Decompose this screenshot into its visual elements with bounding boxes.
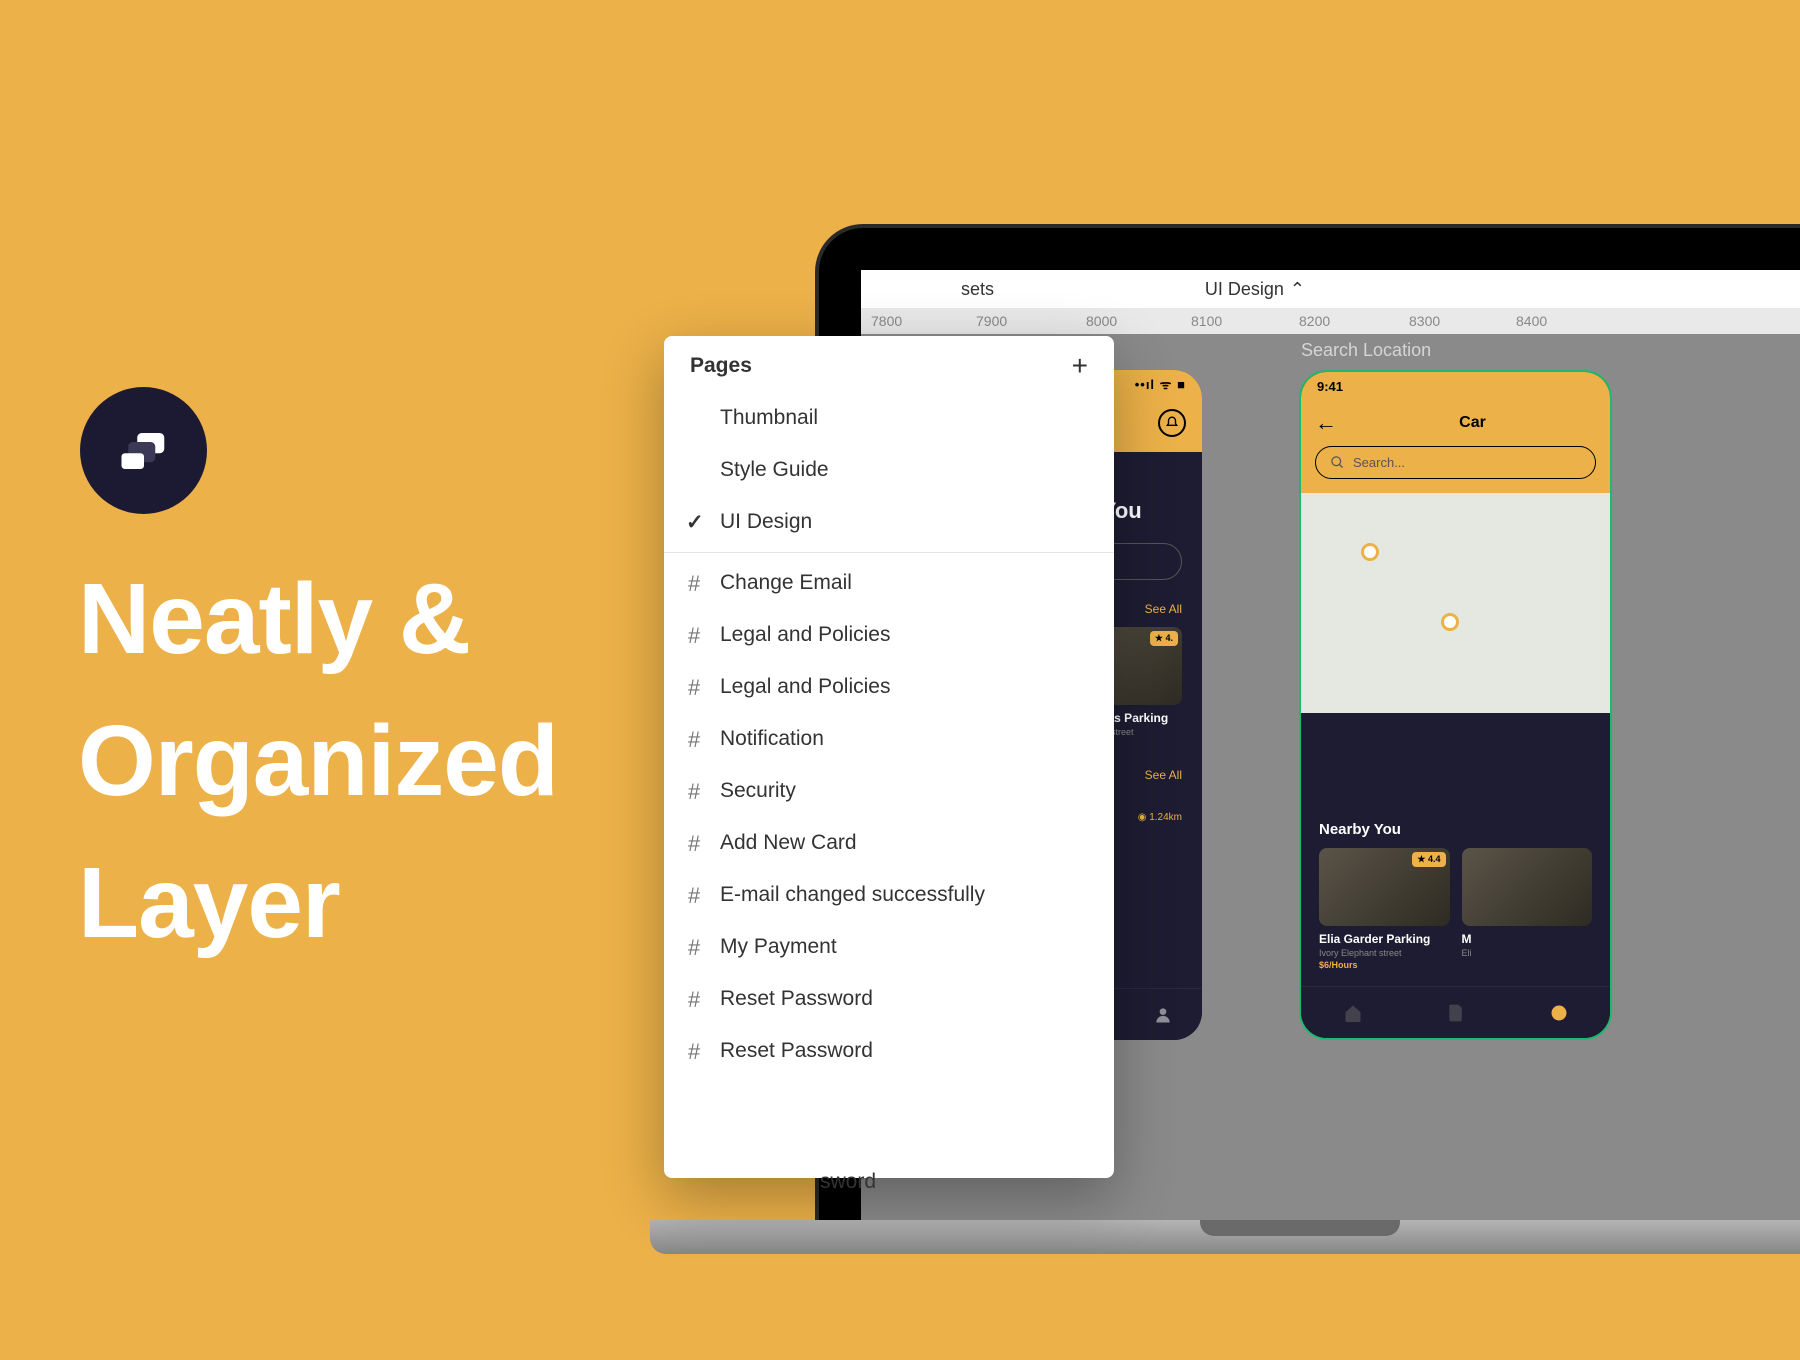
hero-line: Neatly & bbox=[78, 548, 558, 690]
status-time: 9:41 bbox=[1317, 379, 1343, 394]
home-icon[interactable] bbox=[1343, 1003, 1363, 1023]
ruler-tick: 8100 bbox=[1191, 313, 1222, 329]
phone-search-location[interactable]: 9:41 ← Car Search... bbox=[1299, 370, 1612, 1040]
search-placeholder: Search... bbox=[1353, 455, 1405, 470]
nearby-distance: ◉ 1.24km bbox=[1138, 812, 1182, 823]
page-item-style-guide[interactable]: Style Guide bbox=[664, 444, 1114, 496]
frame-label[interactable]: Search Location bbox=[1301, 340, 1431, 361]
figma-toolbar: sets UI Design ⌃ bbox=[861, 270, 1800, 308]
ruler-tick: 8000 bbox=[1086, 313, 1117, 329]
ruler: 7800 7900 8000 8100 8200 8300 8400 bbox=[861, 308, 1800, 334]
phone-header: ← Car Search... bbox=[1301, 400, 1610, 493]
ruler-tick: 7800 bbox=[871, 313, 902, 329]
laptop-notch bbox=[1200, 1220, 1400, 1236]
page-dropdown[interactable]: UI Design ⌃ bbox=[1205, 279, 1305, 300]
map-pin[interactable] bbox=[1361, 543, 1379, 561]
section-title: Nearby You bbox=[1319, 821, 1401, 838]
frame-item[interactable]: Change Email bbox=[664, 557, 1114, 609]
card-title: M bbox=[1462, 932, 1593, 946]
pages-panel: Pages + Thumbnail Style Guide UI Design … bbox=[664, 336, 1114, 1178]
frame-item[interactable]: Reset Password bbox=[664, 1025, 1114, 1077]
ruler-tick: 8300 bbox=[1409, 313, 1440, 329]
parking-card[interactable]: M Eli bbox=[1462, 848, 1593, 970]
frame-item[interactable]: Notification bbox=[664, 713, 1114, 765]
pages-title: Pages bbox=[690, 354, 752, 378]
map-pin[interactable] bbox=[1441, 613, 1459, 631]
chevron-up-icon: ⌃ bbox=[1290, 279, 1305, 300]
page-item-thumbnail[interactable]: Thumbnail bbox=[664, 392, 1114, 444]
assets-tab[interactable]: sets bbox=[961, 279, 994, 300]
frame-item[interactable]: Legal and Policies bbox=[664, 661, 1114, 713]
back-icon[interactable]: ← bbox=[1315, 410, 1337, 436]
page-item-ui-design[interactable]: UI Design bbox=[664, 496, 1114, 548]
search-input[interactable]: Search... bbox=[1315, 446, 1596, 479]
hero-layers-icon bbox=[80, 387, 207, 514]
frame-item-peek[interactable]: sword bbox=[820, 1170, 876, 1194]
frame-item[interactable]: Legal and Policies bbox=[664, 609, 1114, 661]
frame-item[interactable]: Reset Password bbox=[664, 973, 1114, 1025]
bottom-nav bbox=[1301, 986, 1610, 1038]
hero-headline: Neatly & Organized Layer bbox=[78, 548, 558, 974]
rating-badge: ★ 4.4 bbox=[1412, 852, 1445, 867]
document-icon[interactable] bbox=[1446, 1003, 1466, 1023]
rating-badge: ★ 4. bbox=[1150, 631, 1178, 646]
divider bbox=[664, 552, 1114, 553]
parking-card[interactable]: ★ 4.4 Elia Garder Parking Ivory Elephant… bbox=[1319, 848, 1450, 970]
hero-line: Organized bbox=[78, 690, 558, 832]
page-dropdown-label: UI Design bbox=[1205, 279, 1284, 300]
search-icon bbox=[1330, 455, 1345, 470]
frame-item[interactable]: Add New Card bbox=[664, 817, 1114, 869]
add-page-button[interactable]: + bbox=[1072, 350, 1088, 382]
frame-item[interactable]: My Payment bbox=[664, 921, 1114, 973]
compass-icon[interactable] bbox=[1549, 1003, 1569, 1023]
see-all-link[interactable]: See All bbox=[1145, 602, 1182, 616]
card-price: $6/Hours bbox=[1319, 960, 1358, 970]
status-bar: 9:41 bbox=[1301, 372, 1610, 400]
card-title: Elia Garder Parking bbox=[1319, 932, 1450, 946]
user-icon[interactable] bbox=[1153, 1005, 1173, 1025]
ruler-tick: 8400 bbox=[1516, 313, 1547, 329]
ruler-tick: 8200 bbox=[1299, 313, 1330, 329]
status-icons: ••ıl ᯤ ■ bbox=[1135, 375, 1186, 393]
card-sub: Ivory Elephant street bbox=[1319, 948, 1450, 958]
bottom-sheet[interactable]: Nearby You ★ 4.4 Elia Garder Parking Ivo… bbox=[1301, 805, 1610, 986]
bell-icon[interactable] bbox=[1158, 409, 1186, 437]
frame-item[interactable]: E-mail changed successfully bbox=[664, 869, 1114, 921]
page-title: Car bbox=[1349, 414, 1596, 432]
ruler-tick: 7900 bbox=[976, 313, 1007, 329]
see-all-link[interactable]: See All bbox=[1145, 768, 1182, 782]
card-sub: Eli bbox=[1462, 948, 1593, 958]
map[interactable] bbox=[1301, 493, 1610, 713]
hero-line: Layer bbox=[78, 832, 558, 974]
frame-item[interactable]: Security bbox=[664, 765, 1114, 817]
